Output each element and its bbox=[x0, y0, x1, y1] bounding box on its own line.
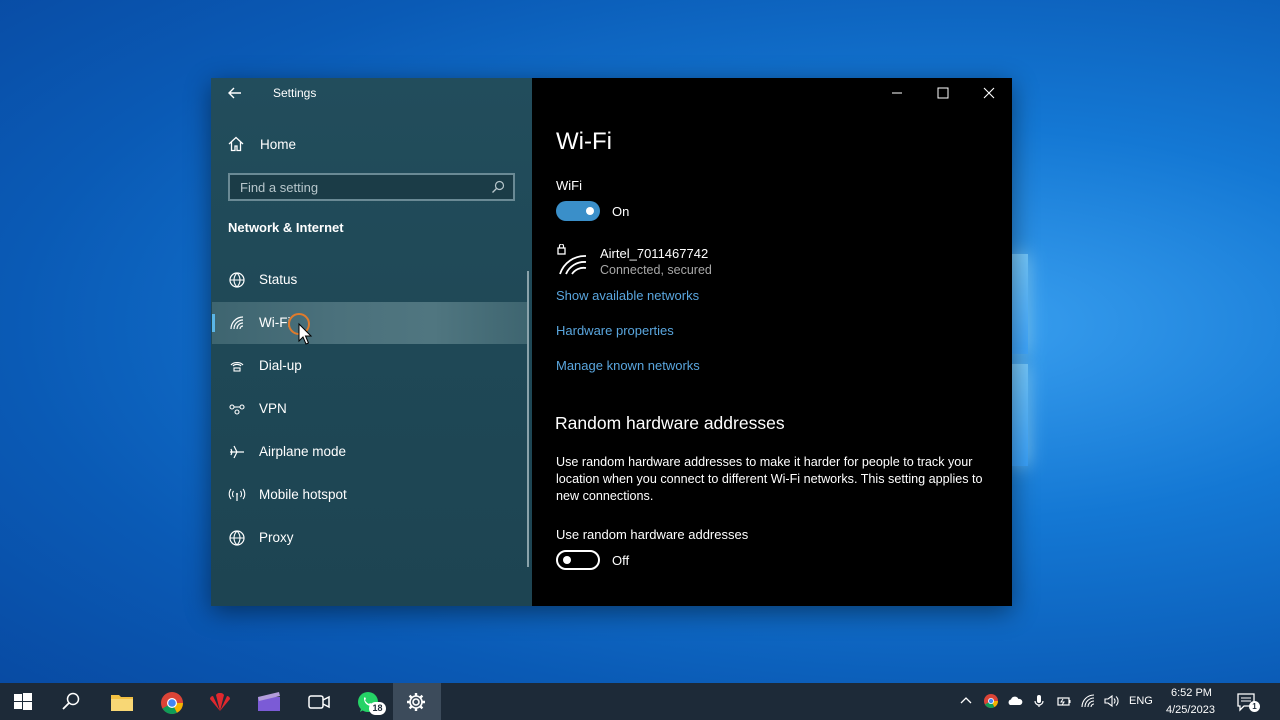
huawei-button[interactable] bbox=[196, 683, 244, 720]
start-button[interactable] bbox=[0, 683, 48, 720]
random-toggle-state: Off bbox=[612, 553, 630, 568]
wifi-toggle-state: On bbox=[612, 204, 630, 219]
sidebar-item-vpn[interactable]: VPN bbox=[212, 388, 528, 430]
volume-icon[interactable] bbox=[1103, 693, 1119, 709]
main-panel: Wi-Fi WiFi On Airtel_7011467742 Connecte… bbox=[532, 78, 1012, 606]
sidebar-item-label: VPN bbox=[259, 401, 287, 416]
sidebar-item-label: Mobile hotspot bbox=[259, 487, 347, 502]
globe-status-icon bbox=[229, 272, 245, 288]
home-label: Home bbox=[260, 136, 297, 152]
taskbar-search-button[interactable] bbox=[48, 683, 96, 720]
minimize-button[interactable] bbox=[874, 78, 920, 108]
battery-icon[interactable] bbox=[1056, 693, 1072, 709]
show-hidden-icons-chevron-icon[interactable] bbox=[958, 693, 974, 709]
chrome-icon bbox=[161, 692, 183, 714]
globe-icon bbox=[229, 530, 245, 546]
sidebar-item-status[interactable]: Status bbox=[212, 259, 528, 301]
tray-wifi-icon[interactable] bbox=[1080, 693, 1096, 709]
sidebar-item-label: Dial-up bbox=[259, 358, 302, 373]
maximize-icon bbox=[937, 87, 949, 99]
huawei-icon bbox=[209, 692, 231, 711]
section-header: Network & Internet bbox=[228, 220, 344, 235]
random-addresses-toggle[interactable] bbox=[556, 550, 600, 570]
video-editor-button[interactable] bbox=[245, 683, 293, 720]
show-networks-link[interactable]: Show available networks bbox=[556, 288, 699, 303]
vpn-icon bbox=[229, 404, 245, 415]
back-arrow-icon bbox=[228, 87, 241, 99]
language-indicator[interactable]: ENG bbox=[1129, 695, 1153, 707]
close-icon bbox=[983, 87, 995, 99]
sidebar-item-label: Status bbox=[259, 272, 298, 287]
whatsapp-badge: 18 bbox=[369, 702, 386, 715]
camera-icon bbox=[308, 695, 330, 709]
sidebar-item-proxy[interactable]: Proxy bbox=[212, 517, 528, 559]
home-icon bbox=[228, 136, 244, 152]
hotspot-icon bbox=[228, 488, 246, 501]
microphone-icon[interactable] bbox=[1031, 693, 1047, 709]
start-icon bbox=[14, 693, 32, 710]
sidebar-item-label: Proxy bbox=[259, 530, 294, 545]
chrome-button[interactable] bbox=[148, 683, 196, 720]
wifi-toggle[interactable] bbox=[556, 201, 600, 221]
random-addresses-description: Use random hardware addresses to make it… bbox=[556, 455, 983, 503]
back-button[interactable] bbox=[225, 84, 247, 102]
network-status: Connected, secured bbox=[600, 263, 712, 277]
page-title: Wi-Fi bbox=[556, 128, 612, 155]
action-center-button[interactable]: 1 bbox=[1236, 691, 1260, 713]
settings-window: Settings Home Find a setting Network & I… bbox=[211, 78, 1012, 606]
sidebar-item-label: Airplane mode bbox=[259, 444, 347, 459]
settings-button[interactable] bbox=[393, 683, 441, 720]
window-controls bbox=[874, 78, 1012, 108]
desktop-logo bbox=[1012, 254, 1028, 466]
sidebar-item-wifi[interactable]: Wi-Fi bbox=[212, 302, 528, 344]
sidebar-item-label: Wi-Fi bbox=[259, 315, 291, 330]
search-placeholder: Find a setting bbox=[240, 180, 319, 195]
manage-networks-link[interactable]: Manage known networks bbox=[556, 358, 700, 373]
tray-chrome-icon[interactable] bbox=[983, 693, 999, 709]
random-addresses-toggle-label: Use random hardware addresses bbox=[556, 527, 749, 542]
notification-count: 1 bbox=[1249, 701, 1260, 712]
wifi-label: WiFi bbox=[556, 178, 582, 193]
file-explorer-button[interactable] bbox=[98, 683, 146, 720]
sidebar-item-hotspot[interactable]: Mobile hotspot bbox=[212, 474, 528, 516]
toggle-knob bbox=[563, 556, 571, 564]
active-indicator bbox=[212, 314, 215, 332]
settings-icon bbox=[407, 693, 425, 711]
search-icon bbox=[62, 692, 80, 710]
clock-time[interactable]: 6:52 PM bbox=[1171, 687, 1212, 699]
random-addresses-heading: Random hardware addresses bbox=[555, 413, 785, 433]
file-explorer-icon bbox=[111, 695, 133, 711]
sidebar: Settings Home Find a setting Network & I… bbox=[211, 78, 532, 606]
mouse-cursor-icon bbox=[288, 313, 313, 345]
network-name: Airtel_7011467742 bbox=[600, 246, 709, 261]
toggle-knob bbox=[586, 207, 594, 215]
video-editor-icon bbox=[258, 692, 280, 711]
title-bar: Settings bbox=[211, 78, 532, 108]
window-title: Settings bbox=[273, 86, 317, 100]
clock-date[interactable]: 4/25/2023 bbox=[1166, 704, 1215, 716]
onedrive-icon[interactable] bbox=[1007, 693, 1023, 709]
close-button[interactable] bbox=[966, 78, 1012, 108]
whatsapp-button[interactable]: 18 bbox=[344, 683, 392, 720]
wifi-secured-icon bbox=[557, 244, 587, 275]
search-input[interactable]: Find a setting bbox=[228, 173, 515, 201]
search-icon bbox=[492, 180, 505, 193]
sidebar-item-airplane[interactable]: Airplane mode bbox=[212, 431, 528, 473]
taskbar: 18 ENG 6:52 PM 4/25/2023 1 bbox=[0, 683, 1280, 720]
airplane-icon bbox=[230, 445, 244, 459]
maximize-button[interactable] bbox=[920, 78, 966, 108]
home-link[interactable]: Home bbox=[227, 134, 296, 154]
camera-button[interactable] bbox=[295, 683, 343, 720]
hardware-properties-link[interactable]: Hardware properties bbox=[556, 323, 674, 338]
wifi-icon bbox=[230, 316, 244, 330]
minimize-icon bbox=[892, 92, 902, 94]
sidebar-scrollbar[interactable] bbox=[527, 271, 529, 567]
sidebar-item-dialup[interactable]: Dial-up bbox=[212, 345, 528, 387]
dialup-icon bbox=[230, 362, 244, 372]
